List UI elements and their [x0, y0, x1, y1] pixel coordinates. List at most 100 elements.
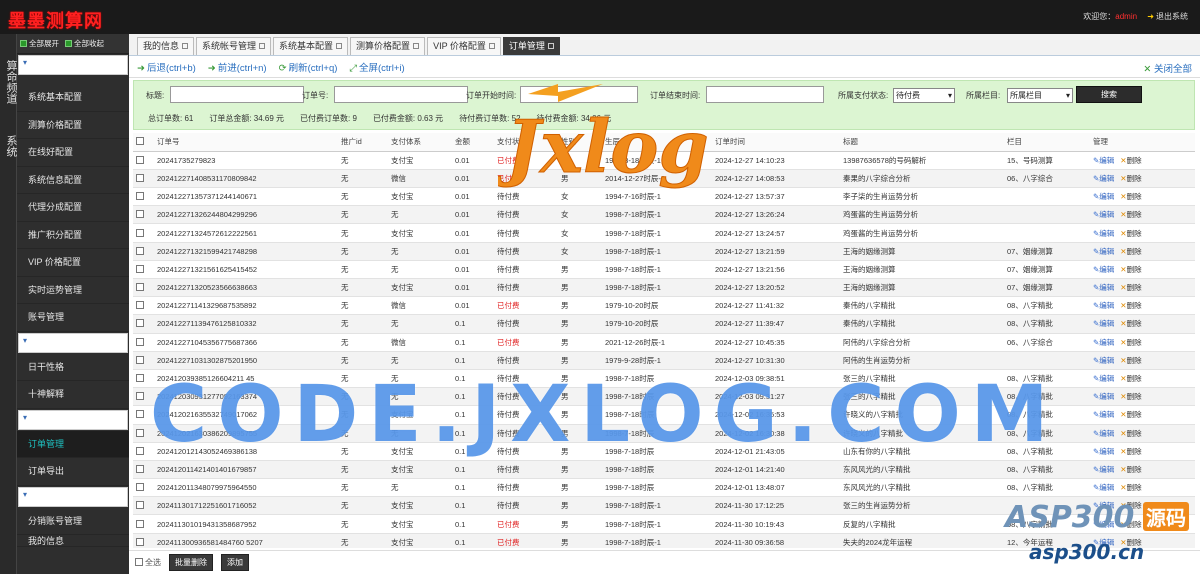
delete-button[interactable]: ✕删除 [1120, 283, 1141, 292]
menu-item[interactable]: 订单导出 [17, 458, 129, 486]
menu-item[interactable]: 在线好配置 [17, 139, 129, 167]
menu-item[interactable]: VIP 价格配置 [17, 249, 129, 277]
row-checkbox[interactable] [136, 501, 144, 510]
edit-button[interactable]: ✎编辑 [1093, 283, 1114, 292]
checkbox[interactable] [135, 558, 143, 566]
end-time-input[interactable] [706, 86, 824, 103]
row-checkbox[interactable] [136, 283, 144, 292]
edit-button[interactable]: ✎编辑 [1093, 174, 1114, 183]
delete-button[interactable]: ✕删除 [1120, 374, 1141, 383]
row-checkbox[interactable] [136, 246, 144, 255]
row-checkbox[interactable] [136, 210, 144, 219]
search-button[interactable]: 搜索 [1076, 86, 1142, 103]
column-select[interactable]: 所属栏目 [1007, 88, 1073, 103]
delete-button[interactable]: ✕删除 [1120, 265, 1141, 274]
close-icon[interactable] [413, 43, 420, 49]
batch-delete-button[interactable]: 批量删除 [169, 554, 213, 571]
title-input[interactable] [170, 86, 304, 103]
menu-item[interactable]: 测算价格配置 [17, 112, 129, 139]
delete-button[interactable]: ✕删除 [1120, 465, 1141, 474]
menu-item[interactable]: 十神解释 [17, 381, 129, 409]
close-icon[interactable] [547, 43, 554, 49]
row-checkbox[interactable] [136, 537, 144, 546]
add-button[interactable]: 添加 [221, 554, 249, 571]
close-icon[interactable] [336, 43, 343, 49]
menu-item[interactable]: 系统基本配置 [17, 84, 129, 112]
row-checkbox[interactable] [136, 337, 144, 346]
menu-item[interactable]: 日干性格 [17, 354, 129, 381]
edit-button[interactable]: ✎编辑 [1093, 210, 1114, 219]
edit-button[interactable]: ✎编辑 [1093, 192, 1114, 201]
order-input[interactable] [334, 86, 468, 103]
close-icon[interactable] [259, 43, 266, 49]
back-button[interactable]: ➜ 后退(ctrl+b) [137, 60, 196, 74]
menu-group-toggle[interactable]: ▾ [18, 55, 128, 75]
edit-button[interactable]: ✎编辑 [1093, 338, 1114, 347]
close-icon[interactable] [182, 43, 189, 49]
tab[interactable]: 系统帐号管理 [196, 37, 272, 55]
row-checkbox[interactable] [136, 392, 144, 401]
menu-item-order-manage[interactable]: 订单管理 [17, 430, 129, 458]
edit-button[interactable]: ✎编辑 [1093, 483, 1114, 492]
edit-button[interactable]: ✎编辑 [1093, 356, 1114, 365]
vnav-item-channel[interactable]: 算命频道 [0, 38, 17, 122]
edit-button[interactable]: ✎编辑 [1093, 374, 1114, 383]
tab[interactable]: 我的信息 [137, 37, 195, 55]
menu-item[interactable]: 代理分成配置 [17, 194, 129, 222]
delete-button[interactable]: ✕删除 [1120, 392, 1141, 401]
edit-button[interactable]: ✎编辑 [1093, 392, 1114, 401]
close-all-button[interactable]: ✕ 关闭全部 [1143, 61, 1192, 75]
delete-button[interactable]: ✕删除 [1120, 174, 1141, 183]
refresh-button[interactable]: ⟳ 刷新(ctrl+q) [279, 60, 338, 74]
row-checkbox[interactable] [136, 483, 144, 492]
row-checkbox[interactable] [136, 228, 144, 237]
edit-button[interactable]: ✎编辑 [1093, 465, 1114, 474]
edit-button[interactable]: ✎编辑 [1093, 319, 1114, 328]
row-checkbox[interactable] [136, 519, 144, 528]
edit-button[interactable]: ✎编辑 [1093, 447, 1114, 456]
menu-group-toggle[interactable]: ▾ [18, 332, 128, 353]
menu-item[interactable]: 系统信息配置 [17, 167, 129, 194]
select-all-checkbox[interactable] [136, 137, 144, 146]
tab-active[interactable]: 订单管理 [502, 37, 560, 55]
edit-button[interactable]: ✎编辑 [1093, 156, 1114, 165]
fullscreen-button[interactable]: ⤢ 全屏(ctrl+i) [349, 60, 404, 74]
close-icon[interactable] [488, 43, 495, 49]
menu-item[interactable]: 分销账号管理 [17, 508, 129, 535]
delete-button[interactable]: ✕删除 [1120, 156, 1141, 165]
menu-item[interactable]: 实时运势管理 [17, 277, 129, 304]
row-checkbox[interactable] [136, 301, 144, 310]
pay-status-select[interactable]: 待付费 [893, 88, 955, 103]
select-all-footer[interactable]: 全选 [135, 557, 161, 568]
row-checkbox[interactable] [136, 319, 144, 328]
delete-button[interactable]: ✕删除 [1120, 447, 1141, 456]
row-checkbox[interactable] [136, 428, 144, 437]
row-checkbox[interactable] [136, 410, 144, 419]
row-checkbox[interactable] [136, 464, 144, 473]
delete-button[interactable]: ✕删除 [1120, 247, 1141, 256]
edit-button[interactable]: ✎编辑 [1093, 301, 1114, 310]
edit-button[interactable]: ✎编辑 [1093, 410, 1114, 419]
menu-item[interactable]: 账号管理 [17, 304, 129, 332]
expand-all-button[interactable]: 全部展开 [20, 38, 59, 49]
tab[interactable]: 系统基本配置 [273, 37, 349, 55]
delete-button[interactable]: ✕删除 [1120, 338, 1141, 347]
delete-button[interactable]: ✕删除 [1120, 429, 1141, 438]
menu-item[interactable]: 我的信息 [17, 535, 129, 547]
delete-button[interactable]: ✕删除 [1120, 229, 1141, 238]
edit-button[interactable]: ✎编辑 [1093, 247, 1114, 256]
start-time-input[interactable] [520, 86, 638, 103]
delete-button[interactable]: ✕删除 [1120, 210, 1141, 219]
row-checkbox[interactable] [136, 155, 144, 164]
row-checkbox[interactable] [136, 374, 144, 383]
logout-link[interactable]: 退出系统 [1156, 12, 1188, 21]
collapse-all-button[interactable]: 全部收起 [65, 38, 104, 49]
row-checkbox[interactable] [136, 173, 144, 182]
delete-button[interactable]: ✕删除 [1120, 410, 1141, 419]
forward-button[interactable]: ➜ 前进(ctrl+n) [208, 60, 267, 74]
edit-button[interactable]: ✎编辑 [1093, 229, 1114, 238]
menu-group-toggle[interactable]: ▾ [18, 409, 128, 430]
edit-button[interactable]: ✎编辑 [1093, 265, 1114, 274]
row-checkbox[interactable] [136, 355, 144, 364]
tab[interactable]: 测算价格配置 [350, 37, 426, 55]
